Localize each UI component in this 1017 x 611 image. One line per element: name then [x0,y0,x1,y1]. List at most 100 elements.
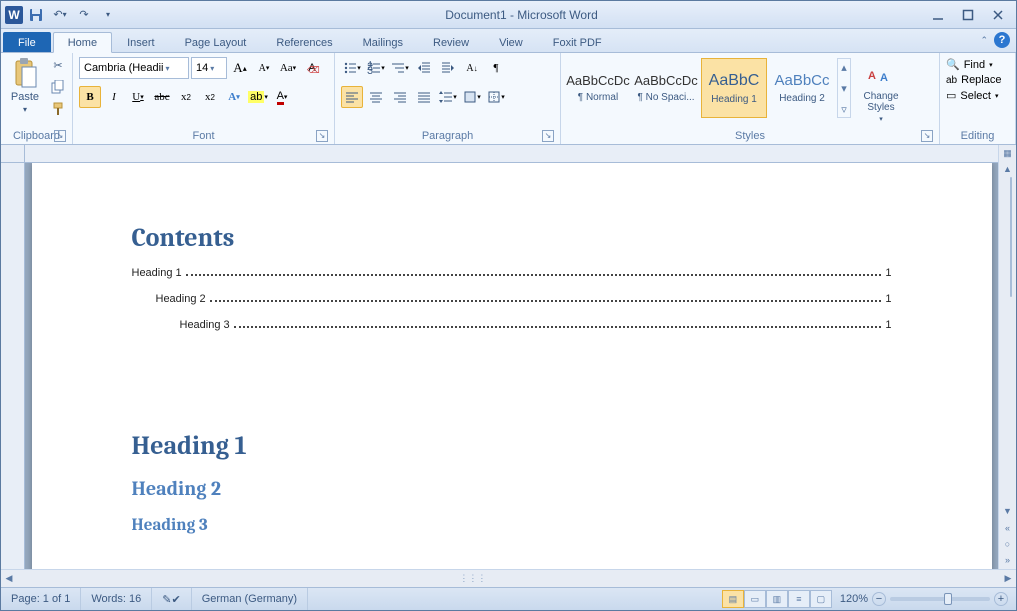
heading-1[interactable]: Heading 1 [132,431,892,461]
tab-references[interactable]: References [261,32,347,52]
grow-font-icon[interactable]: A▴ [229,57,251,79]
word-app-icon[interactable]: W [5,6,23,24]
next-page-icon[interactable]: » [1001,553,1015,567]
increase-indent-icon[interactable] [437,57,459,79]
view-draft-icon[interactable]: ▢ [810,590,832,608]
horizontal-ruler[interactable] [25,145,998,163]
status-words[interactable]: Words: 16 [81,588,152,610]
tab-page-layout[interactable]: Page Layout [170,32,262,52]
justify-icon[interactable] [413,86,435,108]
toc-title[interactable]: Contents [132,223,892,253]
horizontal-scrollbar[interactable]: ◀ ⋮⋮⋮ ▶ [1,569,1016,587]
style-heading-2[interactable]: AaBbCcHeading 2 [769,58,835,118]
change-styles-button[interactable]: AA Change Styles▾ [854,55,908,125]
decrease-indent-icon[interactable] [413,57,435,79]
toc-entry-2[interactable]: Heading 21 [132,293,892,305]
tab-insert[interactable]: Insert [112,32,170,52]
zoom-in-button[interactable]: + [994,592,1008,606]
tab-file[interactable]: File [3,32,51,52]
close-button[interactable] [984,5,1012,25]
align-left-icon[interactable] [341,86,363,108]
redo-icon[interactable]: ↷ [73,4,95,26]
style-gallery-more[interactable]: ▴▾▿ [837,58,851,118]
tab-home[interactable]: Home [53,32,112,53]
replace-button[interactable]: abReplace [944,73,1003,87]
document-page[interactable]: Contents Heading 11 Heading 21 Heading 3… [32,163,992,569]
heading-2[interactable]: Heading 2 [132,477,892,500]
status-page[interactable]: Page: 1 of 1 [1,588,81,610]
zoom-slider[interactable] [890,597,990,601]
highlight-icon[interactable]: ab▾ [247,86,269,108]
scroll-thumb-vertical[interactable] [1010,177,1012,297]
view-print-layout-icon[interactable]: ▤ [722,590,744,608]
style-heading-1[interactable]: AaBbCHeading 1 [701,58,767,118]
tab-review[interactable]: Review [418,32,484,52]
zoom-level[interactable]: 120% [840,593,868,605]
vertical-ruler[interactable] [1,163,25,569]
clipboard-dialog-launcher[interactable]: ↘ [54,130,66,142]
ribbon-minimize-icon[interactable]: ⌃ [980,35,988,46]
shading-icon[interactable]: ▾ [461,86,483,108]
line-spacing-icon[interactable]: ▾ [437,86,459,108]
split-handle-icon[interactable]: ⋮⋮⋮ [459,573,486,584]
multilevel-list-icon[interactable]: ▾ [389,57,411,79]
sort-icon[interactable]: A↓ [461,57,483,79]
view-web-layout-icon[interactable]: ▥ [766,590,788,608]
superscript-button[interactable]: x2 [199,86,221,108]
style-normal[interactable]: AaBbCcDc¶ Normal [565,58,631,118]
minimize-button[interactable] [924,5,952,25]
align-right-icon[interactable] [389,86,411,108]
scroll-down-icon[interactable]: ▼ [999,503,1016,519]
status-proofing-icon[interactable]: ✎✔ [152,588,191,610]
paragraph-dialog-launcher[interactable]: ↘ [542,130,554,142]
ruler-toggle-icon[interactable]: ▦ [999,145,1016,161]
scroll-left-icon[interactable]: ◀ [1,570,17,587]
view-full-screen-icon[interactable]: ▭ [744,590,766,608]
tab-foxit-pdf[interactable]: Foxit PDF [538,32,617,52]
underline-button[interactable]: U▾ [127,86,149,108]
style-no-spacing[interactable]: AaBbCcDc¶ No Spaci... [633,58,699,118]
vertical-scrollbar[interactable]: ▦ ▲ ▼ « ○ » [998,145,1016,569]
change-case-icon[interactable]: Aa▾ [277,57,299,79]
undo-icon[interactable]: ↶▾ [49,4,71,26]
format-painter-icon[interactable] [48,99,68,119]
borders-icon[interactable]: ▾ [485,86,507,108]
align-center-icon[interactable] [365,86,387,108]
save-icon[interactable] [25,4,47,26]
font-dialog-launcher[interactable]: ↘ [316,130,328,142]
italic-button[interactable]: I [103,86,125,108]
numbering-icon[interactable]: 123▾ [365,57,387,79]
tab-view[interactable]: View [484,32,538,52]
tab-mailings[interactable]: Mailings [348,32,418,52]
toc-entry-3[interactable]: Heading 31 [132,319,892,331]
find-button[interactable]: 🔍Find▾ [944,57,995,72]
status-language[interactable]: German (Germany) [192,588,308,610]
help-icon[interactable]: ? [994,32,1010,48]
shrink-font-icon[interactable]: A▾ [253,57,275,79]
prev-page-icon[interactable]: « [1001,521,1015,535]
browse-object-icon[interactable]: ○ [1001,537,1015,551]
styles-dialog-launcher[interactable]: ↘ [921,130,933,142]
scroll-up-icon[interactable]: ▲ [999,161,1016,177]
bold-button[interactable]: B [79,86,101,108]
strikethrough-button[interactable]: abc [151,86,173,108]
toc-entry-1[interactable]: Heading 11 [132,267,892,279]
zoom-out-button[interactable]: − [872,592,886,606]
page-viewport[interactable]: Contents Heading 11 Heading 21 Heading 3… [25,163,998,569]
font-color-icon[interactable]: A▾ [271,86,293,108]
qat-customize-icon[interactable]: ▾ [97,4,119,26]
copy-icon[interactable] [48,77,68,97]
show-marks-icon[interactable]: ¶ [485,57,507,79]
heading-3[interactable]: Heading 3 [132,516,892,535]
font-size-combo[interactable]: 14▾ [191,57,227,79]
maximize-button[interactable] [954,5,982,25]
scroll-right-icon[interactable]: ▶ [1000,570,1016,587]
zoom-slider-thumb[interactable] [944,593,952,605]
text-effects-icon[interactable]: A▾ [223,86,245,108]
subscript-button[interactable]: x2 [175,86,197,108]
font-name-combo[interactable]: Cambria (Headii▾ [79,57,189,79]
bullets-icon[interactable]: ▾ [341,57,363,79]
cut-icon[interactable]: ✂ [48,55,68,75]
clear-formatting-icon[interactable]: A⌫ [301,57,323,79]
select-button[interactable]: ▭Select▾ [944,88,1001,103]
